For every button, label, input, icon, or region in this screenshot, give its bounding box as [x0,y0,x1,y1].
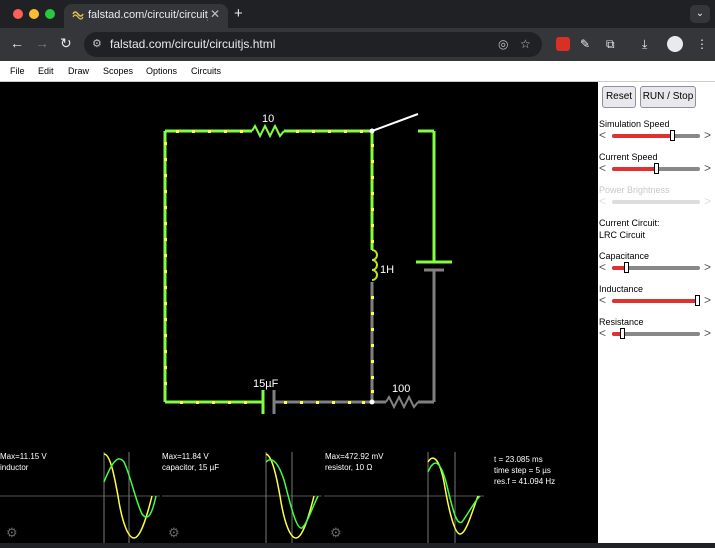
scope-name: capacitor, 15 µF [162,463,220,472]
site-settings-icon[interactable]: ⚙ [92,37,106,51]
scope-name: inductor [0,463,29,472]
capacitance-label: Capacitance [599,251,650,261]
slider-fill [612,299,698,303]
url-text: falstad.com/circuit/circuitjs.html [110,37,276,51]
slider-left-arrow-icon[interactable]: < [599,260,606,274]
inductance-slider[interactable]: < > [598,293,715,308]
slider-fill [612,167,656,171]
simulation-speed-slider[interactable]: < > [598,128,715,143]
scope-name: resistor, 10 Ω [325,463,373,472]
slider-right-arrow-icon[interactable]: > [704,128,711,142]
capacitor[interactable] [261,390,276,414]
sim-time: t = 23.085 ms [494,455,543,464]
slider-right-arrow-icon: > [704,194,712,208]
scope-max: Max=11.15 V [0,452,47,461]
menu-options[interactable]: Options [146,66,177,76]
sim-time-step: time step = 5 µs [494,466,551,475]
forward-arrow-icon[interactable]: → [35,35,49,51]
ublock-extension-icon[interactable] [556,37,570,51]
circuit-canvas[interactable]: 10 1H 15µF 100 ⚙ ⚙ ⚙ Max=11.15 V inducto… [0,82,598,543]
slider-thumb[interactable] [695,295,700,306]
falstad-favicon-icon [72,11,84,20]
scope-max: Max=472.92 mV [325,452,384,461]
extensions-puzzle-icon[interactable]: ⧉ [606,37,615,52]
tracking-protection-icon[interactable]: ◎ [498,37,508,51]
slider-right-arrow-icon[interactable]: > [704,161,711,175]
slider-thumb[interactable] [670,130,676,141]
reload-icon[interactable]: ↻ [60,35,72,52]
switch[interactable] [369,113,419,134]
scope-inductor-info: Max=11.15 V inductor [0,451,47,473]
scope-settings-gear-icon[interactable]: ⚙ [6,525,18,540]
slider-left-arrow-icon[interactable]: < [599,293,606,307]
scope-settings-gear-icon[interactable]: ⚙ [168,525,180,540]
app-menubar: File Edit Draw Scopes Options Circuits [0,61,715,82]
slider-right-arrow-icon[interactable]: > [704,260,711,274]
power-brightness-label: Power Brightness [599,185,670,195]
tab-close-icon[interactable]: ✕ [210,7,220,21]
menu-draw[interactable]: Draw [68,66,89,76]
slider-left-arrow-icon[interactable]: < [599,326,606,340]
current-circuit-label: Current Circuit: [599,218,660,228]
sim-info: t = 23.085 ms time step = 5 µs res.f = 41.… [494,454,555,487]
browser-tab[interactable]: falstad.com/circuit/circuitjs.html ✕ [64,4,228,28]
slider-left-arrow-icon[interactable]: < [599,161,606,175]
current-speed-slider[interactable]: < > [598,161,715,176]
tab-search-button[interactable]: ⌄ [690,5,710,23]
scope-settings-gear-icon[interactable]: ⚙ [330,525,342,540]
reset-button[interactable]: Reset [602,86,636,108]
power-brightness-slider: < > [598,194,715,209]
browser-tab-strip: falstad.com/circuit/circuitjs.html ✕ + ⌄ [0,0,715,28]
browser-toolbar: ← → ↻ ⚙ falstad.com/circuit/circuitjs.ht… [0,28,715,61]
browser-menu-icon[interactable]: ⋮ [696,37,708,51]
capacitor-label: 15µF [253,378,279,390]
slider-fill [612,134,673,138]
slider-left-arrow-icon[interactable]: < [599,128,606,142]
slider-right-arrow-icon[interactable]: > [704,293,711,307]
eyedropper-extension-icon[interactable]: ✎ [580,37,590,51]
slider-thumb[interactable] [624,262,630,273]
slider-thumb[interactable] [653,163,659,174]
back-arrow-icon[interactable]: ← [10,35,24,51]
address-bar[interactable]: ⚙ falstad.com/circuit/circuitjs.html ◎ ☆ [84,32,542,57]
resistor-bottom-label: 100 [392,383,410,395]
run-stop-button[interactable]: RUN / Stop [640,86,696,108]
current-circuit-name: LRC Circuit [599,230,646,240]
resistance-slider[interactable]: < > [598,326,715,341]
bookmark-star-icon[interactable]: ☆ [520,37,531,51]
menu-edit[interactable]: Edit [38,66,54,76]
current-speed-label: Current Speed [599,152,658,162]
new-tab-button[interactable]: + [234,5,243,22]
download-icon[interactable]: ⤓ [642,37,647,52]
minimize-window-button[interactable] [29,9,39,19]
battery[interactable] [416,260,452,272]
current-dots [164,130,374,404]
zoom-window-button[interactable] [45,9,55,19]
simulation-speed-label: Simulation Speed [599,119,670,129]
menu-file[interactable]: File [10,66,25,76]
scope-capacitor-info: Max=11.84 V capacitor, 15 µF [162,451,219,473]
resistor-top[interactable] [251,123,285,139]
close-window-button[interactable] [13,9,23,19]
sim-res-freq: res.f = 41.094 Hz [494,477,556,486]
menu-scopes[interactable]: Scopes [103,66,133,76]
capacitance-slider[interactable]: < > [598,260,715,275]
junction-post [369,399,375,405]
resistor-top-label: 10 [262,113,274,125]
slider-track [612,200,700,204]
slider-left-arrow-icon: < [599,194,607,208]
tab-title: falstad.com/circuit/circuitjs.html [88,9,208,21]
slider-right-arrow-icon[interactable]: > [704,326,711,340]
resistor-bottom[interactable] [385,394,419,410]
profile-avatar[interactable] [667,36,683,52]
inductor-label: 1H [380,264,394,276]
inductor[interactable] [371,249,378,281]
scope-max: Max=11.84 V [162,452,209,461]
control-panel: Reset RUN / Stop Simulation Speed < > Cu… [598,82,715,543]
scope-resistor-info: Max=472.92 mV resistor, 10 Ω [325,451,383,473]
slider-thumb[interactable] [620,328,626,339]
menu-circuits[interactable]: Circuits [191,66,221,76]
